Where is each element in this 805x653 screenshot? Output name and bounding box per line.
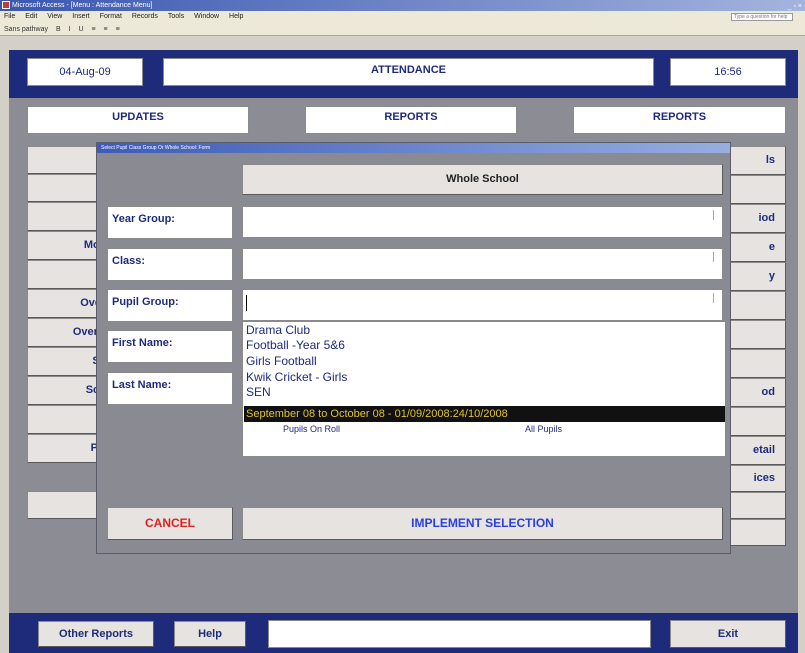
toolbar-font-select[interactable]: Sans pathway — [4, 26, 48, 33]
cancel-button[interactable]: CANCEL — [107, 507, 233, 540]
dropdown-option-sen[interactable]: SEN — [246, 385, 271, 399]
menu-insert[interactable]: Insert — [72, 13, 90, 20]
menu-file[interactable]: File — [4, 13, 15, 20]
exit-button[interactable]: Exit — [670, 620, 786, 648]
toolbar-italic-button[interactable]: I — [69, 26, 71, 33]
last-name-label: Last Name: — [107, 372, 233, 405]
implement-selection-button[interactable]: IMPLEMENT SELECTION — [242, 507, 723, 540]
dropdown-option-football[interactable]: Football -Year 5&6 — [246, 338, 345, 352]
toolbar-underline-button[interactable]: U — [78, 26, 83, 33]
menu-view[interactable]: View — [47, 13, 62, 20]
pupil-group-selection-dialog: Select Pupil Class Group Or Whole School… — [96, 142, 731, 554]
pupil-group-dropdown-list: Drama Club Football -Year 5&6 Girls Foot… — [242, 321, 726, 457]
dropdown-option-kwik-cricket[interactable]: Kwik Cricket - Girls — [246, 370, 347, 384]
page-title: ATTENDANCE — [163, 58, 654, 86]
dropdown-option-drama-club[interactable]: Drama Club — [246, 323, 310, 337]
whole-school-button[interactable]: Whole School — [242, 164, 723, 195]
formatting-toolbar: Sans pathway B I U ≡ ≡ ≡ — [0, 23, 805, 36]
class-combo[interactable] — [242, 248, 723, 280]
access-app-icon — [2, 1, 10, 9]
underlying-all-pupils: All Pupils — [525, 424, 563, 434]
menu-edit[interactable]: Edit — [25, 13, 37, 20]
year-group-label: Year Group: — [107, 206, 233, 239]
year-group-dropdown-arrow[interactable] — [713, 210, 719, 220]
year-group-combo[interactable] — [242, 206, 723, 238]
toolbar-align-center-button[interactable]: ≡ — [104, 26, 108, 33]
class-dropdown-arrow[interactable] — [713, 252, 719, 262]
menu-records[interactable]: Records — [132, 13, 158, 20]
underlying-pupils-on-roll: Pupils On Roll — [283, 424, 341, 434]
reports-center-header: REPORTS — [305, 106, 517, 134]
menu-bar: File Edit View Insert Format Records Too… — [0, 11, 805, 23]
reports-right-header: REPORTS — [573, 106, 786, 134]
toolbar-align-left-button[interactable]: ≡ — [91, 26, 95, 33]
time-display: 16:56 — [670, 58, 786, 86]
toolbar-bold-button[interactable]: B — [56, 26, 61, 33]
window-controls[interactable]: _ ▫ × — [788, 1, 802, 11]
menu-window[interactable]: Window — [194, 13, 219, 20]
pupil-group-combo[interactable] — [242, 289, 723, 321]
date-display: 04-Aug-09 — [27, 58, 143, 86]
help-question-input[interactable]: Type a question for help — [731, 13, 793, 21]
pupil-group-label: Pupil Group: — [107, 289, 233, 322]
toolbar-align-right-button[interactable]: ≡ — [116, 26, 120, 33]
text-cursor — [246, 295, 247, 311]
window-title-bar: Microsoft Access - [Menu : Attendance Me… — [0, 0, 805, 11]
dropdown-option-girls-football[interactable]: Girls Football — [246, 354, 317, 368]
class-label: Class: — [107, 248, 233, 281]
dropdown-option-selected[interactable]: September 08 to October 08 - 01/09/2008:… — [244, 406, 725, 422]
menu-format[interactable]: Format — [100, 13, 122, 20]
dialog-title-bar: Select Pupil Class Group Or Whole School… — [97, 143, 730, 153]
updates-header: UPDATES — [27, 106, 249, 134]
status-box — [268, 620, 651, 648]
first-name-label: First Name: — [107, 330, 233, 363]
menu-help[interactable]: Help — [229, 13, 243, 20]
window-title: Microsoft Access - [Menu : Attendance Me… — [12, 2, 153, 9]
pupil-group-dropdown-arrow[interactable] — [713, 293, 719, 303]
help-button[interactable]: Help — [174, 621, 246, 647]
menu-tools[interactable]: Tools — [168, 13, 184, 20]
other-reports-button[interactable]: Other Reports — [38, 621, 154, 647]
